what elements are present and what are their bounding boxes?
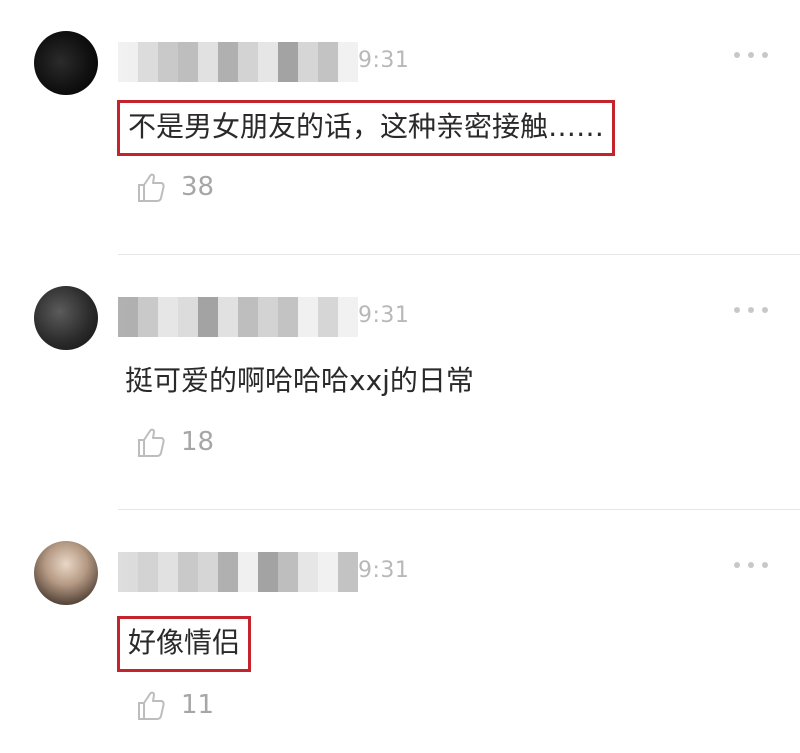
comment-text: 不是男女朋友的话，这种亲密接触…… [117, 100, 616, 156]
highlight-box: 好像情侣 [117, 616, 252, 672]
more-options-icon[interactable] [734, 305, 768, 315]
comment-item: 9:31 挺可爱的啊哈哈哈xxj的日常 18 [0, 255, 800, 510]
like-button[interactable]: 11 [133, 688, 214, 722]
comment-item: 9:31 好像情侣 11 [0, 510, 800, 753]
thumbs-up-icon [138, 691, 165, 720]
comment-time: 9:31 [358, 48, 410, 73]
comment-text: 挺可爱的啊哈哈哈xxj的日常 [125, 364, 474, 397]
comment-time: 9:31 [358, 558, 410, 583]
highlight-box: 不是男女朋友的话，这种亲密接触…… [117, 100, 616, 156]
like-button[interactable]: 38 [133, 170, 214, 204]
comment-list: 9:31 不是男女朋友的话，这种亲密接触…… 38 9:31 挺可爱的啊哈哈哈x… [0, 0, 800, 753]
comment-time: 9:31 [358, 303, 410, 328]
avatar[interactable] [34, 31, 98, 95]
blurred-username[interactable] [118, 552, 358, 592]
like-button[interactable]: 18 [133, 425, 214, 459]
blurred-username[interactable] [118, 42, 358, 82]
like-count: 18 [181, 427, 215, 457]
more-options-icon[interactable] [734, 560, 768, 570]
avatar[interactable] [34, 286, 98, 350]
avatar[interactable] [34, 541, 98, 605]
like-count: 38 [181, 172, 215, 202]
thumbs-up-icon [138, 428, 165, 457]
comment-item: 9:31 不是男女朋友的话，这种亲密接触…… 38 [0, 0, 800, 255]
like-count: 11 [181, 690, 215, 720]
blurred-username[interactable] [118, 297, 358, 337]
more-options-icon[interactable] [734, 50, 768, 60]
thumbs-up-icon [138, 173, 165, 202]
comment-text: 好像情侣 [117, 616, 252, 672]
